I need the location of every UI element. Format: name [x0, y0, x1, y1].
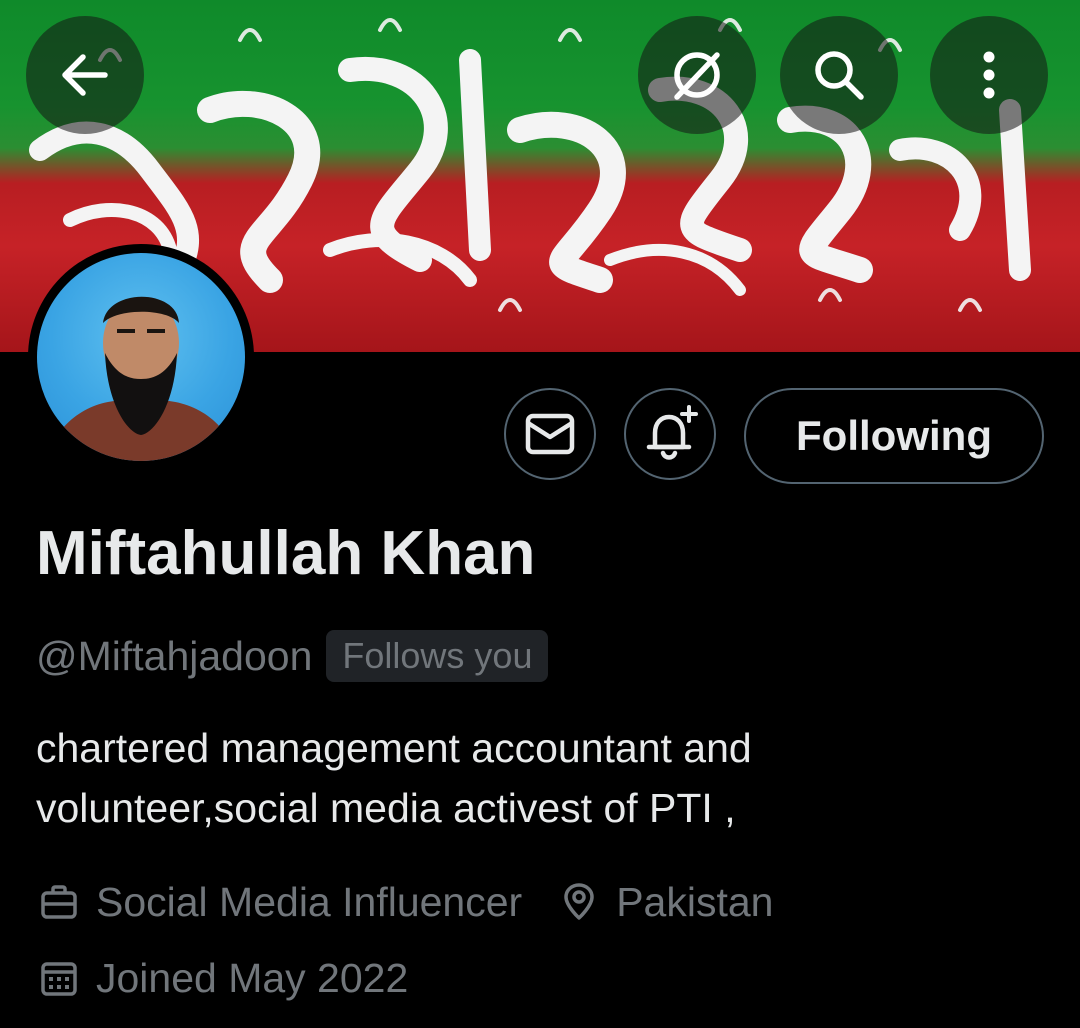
handle-row: @Miftahjadoon Follows you — [36, 626, 549, 686]
calendar-icon — [36, 955, 82, 1001]
profile-joined-date: Joined May 2022 — [96, 954, 409, 1001]
grok-icon — [674, 52, 720, 100]
profile-occupation: Social Media Influencer — [96, 878, 523, 925]
profile-handle: @Miftahjadoon — [36, 632, 313, 679]
back-button[interactable] — [26, 16, 144, 134]
profile-name: Miftahullah Khan — [36, 519, 536, 588]
grok-button[interactable] — [638, 16, 756, 134]
bio-line: volunteer,social media activest of PTI , — [36, 785, 736, 831]
notifications-button[interactable] — [624, 388, 716, 480]
message-button[interactable] — [504, 388, 596, 480]
avatar-photo — [47, 296, 237, 461]
profile-joined-row: Joined May 2022 — [36, 948, 408, 1008]
profile-location: Pakistan — [616, 878, 774, 925]
more-options-button[interactable] — [930, 16, 1048, 134]
profile-bio: chartered management accountant and volu… — [36, 718, 1036, 838]
profile-meta-row: Social Media Influencer Pakistan — [36, 872, 773, 932]
bell-plus-icon — [646, 405, 698, 460]
search-icon — [815, 51, 864, 100]
location-pin-icon — [556, 879, 602, 925]
briefcase-icon — [36, 879, 82, 925]
search-button[interactable] — [780, 16, 898, 134]
arrow-left-icon — [62, 54, 108, 96]
more-vertical-icon — [983, 51, 995, 99]
envelope-icon — [525, 413, 575, 455]
bio-line: chartered management accountant and — [36, 725, 752, 771]
follows-you-badge: Follows you — [326, 630, 549, 682]
following-button[interactable]: Following — [744, 388, 1044, 484]
avatar[interactable] — [37, 253, 245, 461]
avatar-container[interactable] — [28, 244, 254, 470]
